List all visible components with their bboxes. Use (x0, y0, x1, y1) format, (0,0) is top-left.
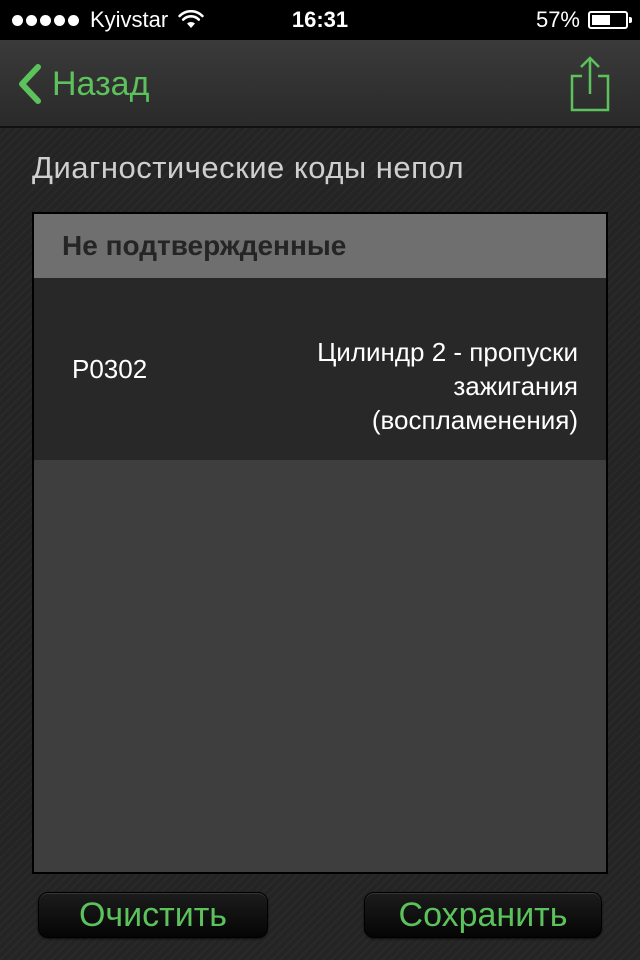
section-title: Диагностические коды непол (32, 150, 465, 185)
trouble-code: P0302 (72, 354, 148, 384)
status-bar: Kyivstar 16:31 57% (0, 0, 640, 40)
battery-fill (592, 15, 610, 25)
table-row[interactable]: P0302 Цилиндр 2 - пропуски зажигания (во… (34, 278, 606, 460)
save-button[interactable]: Сохранить (364, 892, 602, 938)
battery-percent: 57% (535, 7, 580, 32)
group-header-unconfirmed: Не подтвержденные (34, 214, 606, 278)
trouble-code-description: Цилиндр 2 - пропуски зажигания (воспламе… (317, 337, 578, 435)
back-button[interactable]: Назад (14, 62, 149, 106)
clear-button[interactable]: Очистить (38, 892, 268, 938)
battery-icon (588, 11, 632, 29)
back-button-label: Назад (52, 64, 150, 103)
share-icon[interactable] (568, 54, 612, 114)
status-right: 57% (535, 0, 632, 40)
codes-panel: Не подтвержденные P0302 Цилиндр 2 - проп… (32, 212, 608, 874)
chevron-left-icon (19, 64, 41, 104)
navigation-bar: Назад (0, 40, 640, 128)
